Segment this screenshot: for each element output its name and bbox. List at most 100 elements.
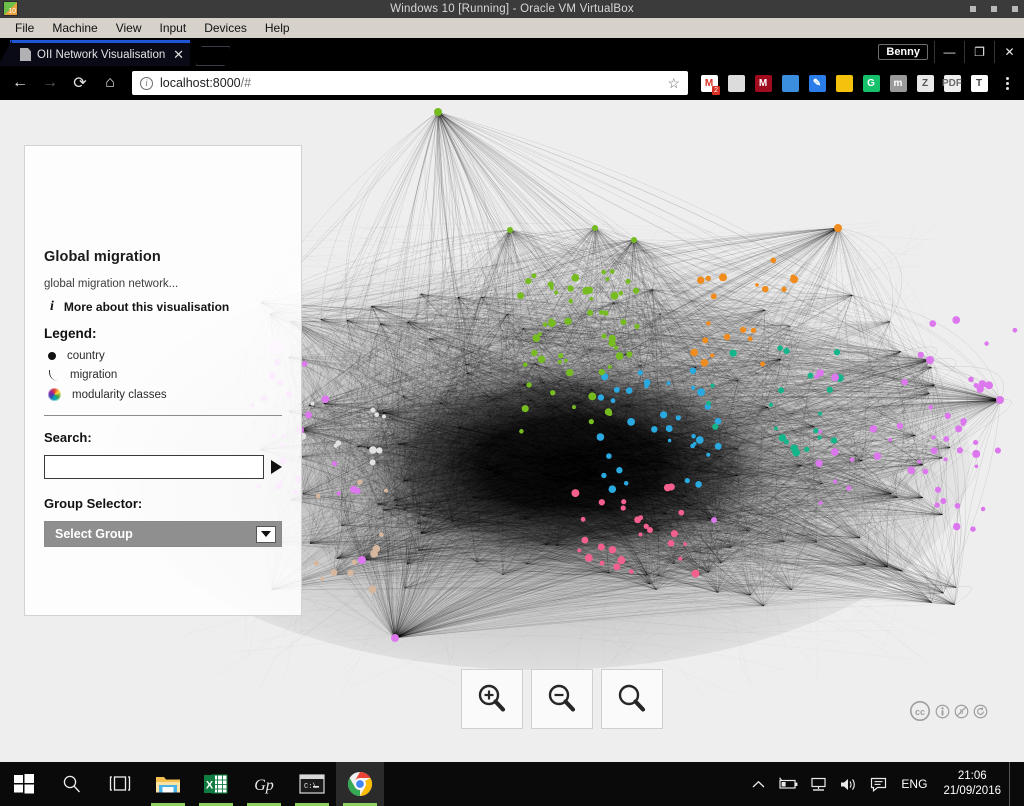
graph-node[interactable] [901,378,908,386]
graph-node[interactable] [665,425,673,433]
graph-node[interactable] [601,269,606,275]
graph-node[interactable] [807,372,814,379]
graph-node[interactable] [603,310,609,316]
graph-node[interactable] [598,499,605,506]
translate-extension[interactable]: T [966,70,992,96]
graph-node[interactable] [784,439,789,445]
graph-node[interactable] [599,560,605,566]
graph-node[interactable] [568,298,574,304]
graph-node[interactable] [781,286,787,292]
graph-node[interactable] [564,358,568,363]
graph-node[interactable] [616,467,623,474]
graph-node[interactable] [973,382,979,389]
vbox-minimize-button[interactable] [970,6,976,12]
graph-node[interactable] [638,515,644,521]
graph-node[interactable] [706,321,711,326]
close-icon[interactable]: ✕ [173,48,184,61]
graph-node[interactable] [714,418,722,425]
graph-node[interactable] [531,273,537,279]
graph-node[interactable] [532,334,541,342]
bookmark-star-icon[interactable]: ☆ [667,75,680,92]
graph-node[interactable] [610,291,619,300]
graph-node[interactable] [548,318,554,324]
graph-node[interactable] [678,556,683,561]
graph-node[interactable] [628,569,634,574]
graph-node[interactable] [615,352,624,360]
graph-node[interactable] [768,402,774,407]
pdf-extension[interactable]: PDF [939,70,965,96]
site-info-icon[interactable]: i [140,76,153,90]
graph-node[interactable] [383,488,389,493]
docs-extension[interactable]: ✎ [804,70,830,96]
graph-node[interactable] [706,400,712,406]
graph-node[interactable] [683,542,687,546]
graph-node[interactable] [974,464,979,469]
graph-node[interactable] [623,481,629,486]
graph-node[interactable] [554,290,559,295]
graph-node[interactable] [376,447,383,454]
graph-node[interactable] [695,481,702,488]
graph-node[interactable] [666,381,671,386]
graph-node[interactable] [313,560,319,566]
graph-node[interactable] [678,509,685,516]
graph-node[interactable] [608,334,616,343]
zoom-out-button[interactable] [531,669,593,729]
graph-node[interactable] [522,362,528,368]
graph-node[interactable] [667,539,675,547]
graph-node[interactable] [934,502,940,508]
graph-node[interactable] [381,414,387,419]
speaker-icon[interactable] [833,762,863,806]
graph-node[interactable] [818,411,823,416]
graph-node[interactable] [647,527,653,533]
graph-node[interactable] [351,559,357,565]
graph-node[interactable] [625,278,631,284]
graph-node[interactable] [762,285,769,293]
graph-node[interactable] [917,351,924,359]
graph-node[interactable] [940,497,947,505]
forward-button[interactable]: → [36,69,64,97]
kebab-menu-icon[interactable] [996,76,1018,90]
menu-input[interactable]: Input [151,19,196,37]
graph-node[interactable] [659,411,668,419]
graph-node[interactable] [690,348,698,357]
graph-node[interactable] [846,485,852,491]
graph-node[interactable] [580,516,586,522]
mendeley-extension[interactable]: M [750,70,776,96]
group-selector-dropdown[interactable]: Select Group [44,521,282,547]
graph-node[interactable] [970,526,976,532]
graph-node[interactable] [610,398,616,404]
graph-node[interactable] [830,448,839,456]
zoom-in-button[interactable] [461,669,523,729]
google-drive-extension[interactable] [831,70,857,96]
graph-node[interactable] [330,569,338,576]
graph-node[interactable] [588,418,594,425]
graph-node[interactable] [714,442,722,450]
graph-node[interactable] [336,491,341,496]
graph-node[interactable] [830,437,838,444]
graph-node[interactable] [347,569,354,576]
graph-node[interactable] [620,505,626,511]
graph-node[interactable] [934,486,942,493]
graph-node[interactable] [643,379,651,386]
graph-node[interactable] [832,479,838,484]
graph-node[interactable] [691,385,696,390]
graph-node[interactable] [684,477,690,484]
graph-node[interactable] [954,502,961,509]
graph-node[interactable] [613,386,620,393]
graph-node[interactable] [333,443,338,448]
clock[interactable]: 21:06 21/09/2016 [935,769,1009,799]
graph-node[interactable] [917,459,922,464]
graph-node[interactable] [996,396,1004,404]
graph-node[interactable] [531,349,538,357]
graph-node[interactable] [813,428,819,434]
graph-node[interactable] [310,401,315,406]
graph-node[interactable] [577,548,582,553]
chevron-down-icon[interactable] [256,525,276,543]
play-triangle-icon[interactable] [271,460,282,474]
graph-node[interactable] [778,387,785,394]
graph-node[interactable] [697,276,705,284]
graph-node[interactable] [631,237,637,243]
graph-node[interactable] [557,359,562,365]
graph-node[interactable] [598,369,605,376]
graph-node[interactable] [589,296,594,301]
